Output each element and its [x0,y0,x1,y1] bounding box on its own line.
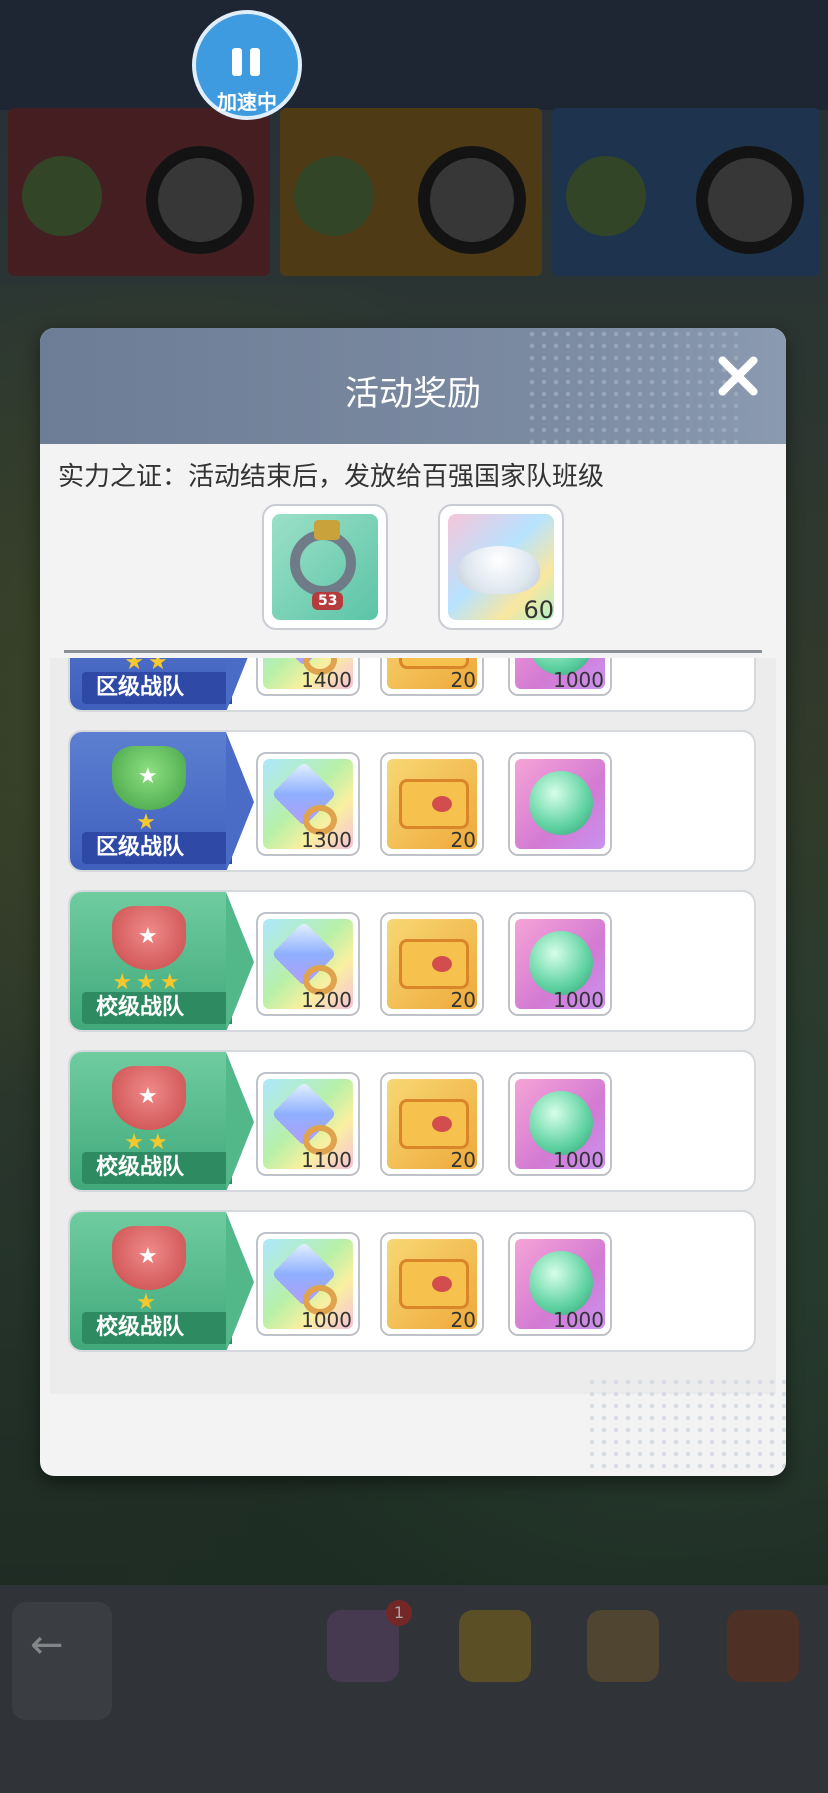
tier-list[interactable]: ★ ★★ 区级战队 1400 20 1000 ★ ★ 区级战队 1300 20 [50,658,776,1394]
reward-qty: 20 [450,988,476,1012]
orb-icon [515,759,605,849]
reward-gem[interactable]: 1000 [256,1232,360,1336]
reward-gem[interactable]: 1300 [256,752,360,856]
avatar-frame-icon: 53 [272,514,378,620]
reward-qty: 1000 [553,668,604,692]
reward-qty: 1100 [301,1148,352,1172]
reward-qty: 20 [450,1308,476,1332]
rank-badge: ★ ★★ 校级战队 [70,1052,254,1190]
medal-icon: ★ [112,1066,186,1130]
reward-ticket[interactable]: 20 [380,1232,484,1336]
reward-qty: 20 [450,828,476,852]
reward-tier-row: ★ ★ 区级战队 1300 20 [68,730,756,872]
reward-qty: 20 [450,668,476,692]
reward-orb[interactable]: 1000 [508,1232,612,1336]
reward-orb[interactable]: 1000 [508,1072,612,1176]
rank-label: 校级战队 [82,992,232,1024]
reward-orb[interactable]: 1000 [508,658,612,696]
reward-orb[interactable] [508,752,612,856]
reward-qty: 1200 [301,988,352,1012]
rank-label: 区级战队 [82,832,232,864]
reward-qty: 1400 [301,668,352,692]
rank-badge: ★ ★ 区级战队 [70,732,254,870]
reward-gem[interactable]: 1400 [256,658,360,696]
reward-tier-row: ★ ★ 校级战队 1000 20 1000 [68,1210,756,1352]
rank-label: 校级战队 [82,1152,232,1184]
reward-description: 实力之证：活动结束后，发放给百强国家队班级 [58,462,605,492]
reward-qty: 1300 [301,828,352,852]
reward-gem[interactable]: 1100 [256,1072,360,1176]
reward-qty: 20 [450,1148,476,1172]
speed-up-label: 加速中 [217,90,277,114]
medal-icon: ★ [112,1226,186,1290]
modal-title: 活动奖励 [345,374,481,414]
rank-badge: ★ ★★★ 校级战队 [70,892,254,1030]
modal-header: 活动奖励 [40,328,786,444]
top-reward-frame[interactable]: 53 [262,504,388,630]
top-reward-powder[interactable]: 60 [438,504,564,630]
reward-ticket[interactable]: 20 [380,658,484,696]
reward-ticket[interactable]: 20 [380,912,484,1016]
frame-level-tag: 53 [312,592,344,610]
medal-icon: ★ [112,746,186,810]
reward-qty: 1000 [553,1148,604,1172]
reward-count: 60 [523,596,554,624]
rank-badge: ★ ★★ 区级战队 [70,658,254,710]
divider [64,650,762,653]
reward-tier-row: ★ ★★★ 校级战队 1200 20 1000 [68,890,756,1032]
reward-qty: 1000 [553,988,604,1012]
reward-tier-row: ★ ★★ 校级战队 1100 20 1000 [68,1050,756,1192]
rank-label: 区级战队 [82,672,232,704]
speed-up-button[interactable]: 加速中 [192,10,302,120]
medal-icon: ★ [112,906,186,970]
pause-icon [232,48,262,76]
reward-ticket[interactable]: 20 [380,1072,484,1176]
reward-gem[interactable]: 1200 [256,912,360,1016]
activity-reward-modal: 活动奖励 实力之证：活动结束后，发放给百强国家队班级 53 60 ★ ★★ 区级… [40,328,786,1476]
reward-tier-row: ★ ★★ 区级战队 1400 20 1000 [68,658,756,712]
reward-orb[interactable]: 1000 [508,912,612,1016]
reward-ticket[interactable]: 20 [380,752,484,856]
rank-badge: ★ ★ 校级战队 [70,1212,254,1350]
reward-qty: 1000 [301,1308,352,1332]
rank-label: 校级战队 [82,1312,232,1344]
close-button[interactable] [710,348,766,404]
reward-qty: 1000 [553,1308,604,1332]
